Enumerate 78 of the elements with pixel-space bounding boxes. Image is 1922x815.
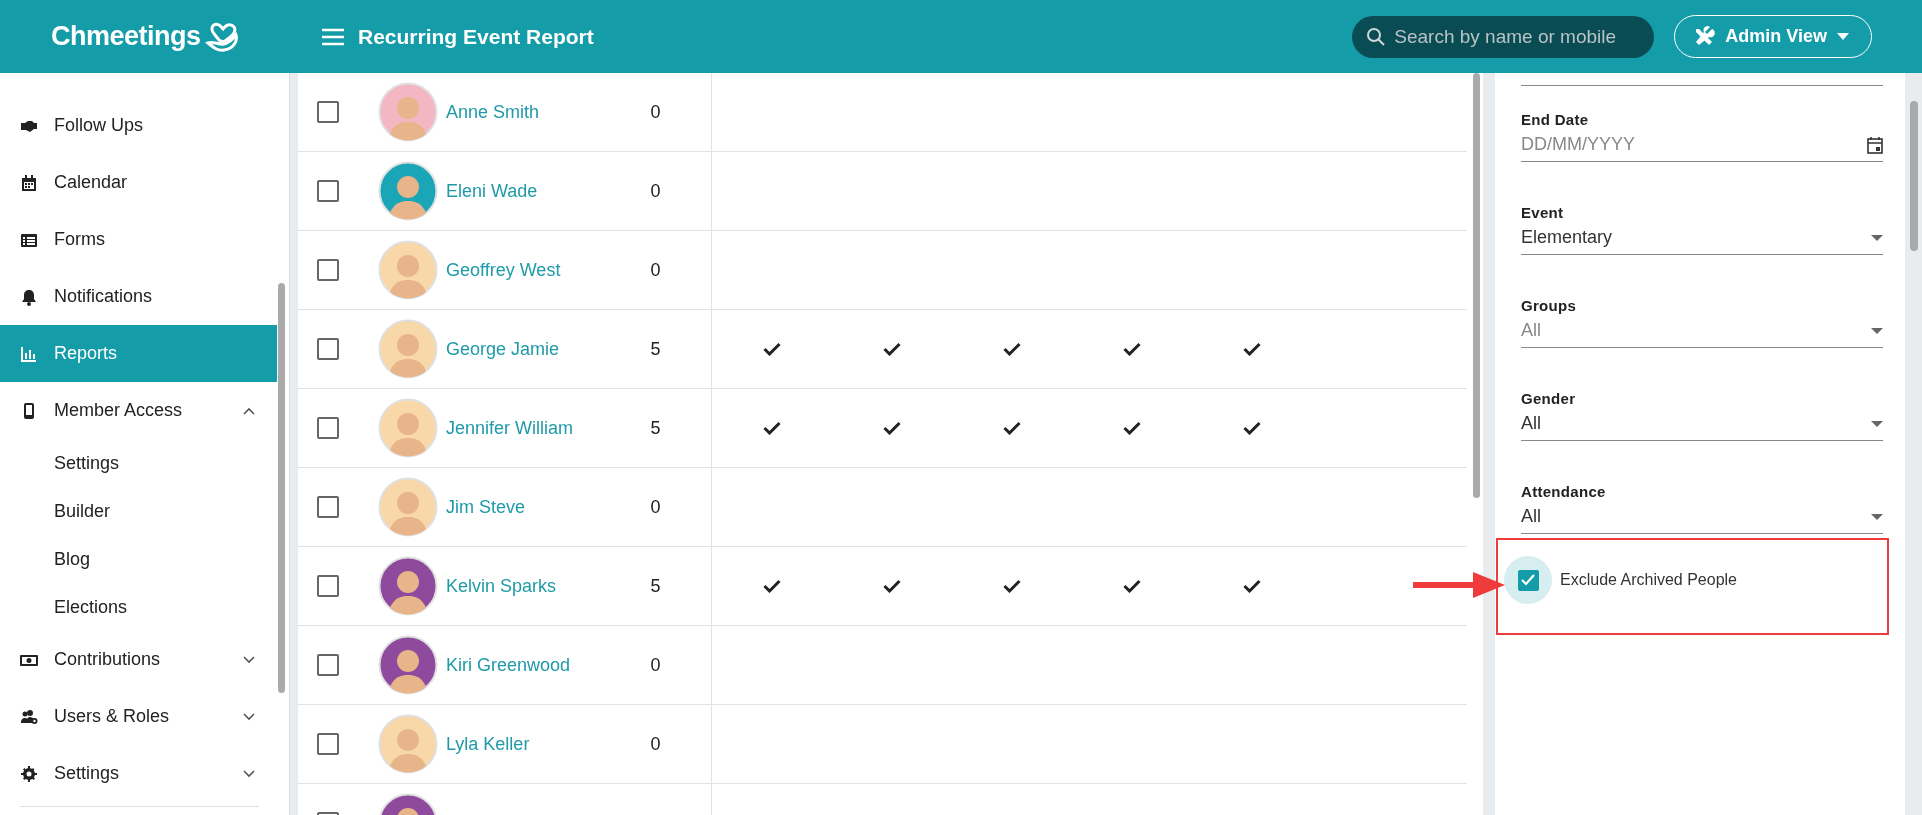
- field-label: Groups: [1521, 297, 1578, 314]
- nav-item[interactable]: Member Access: [0, 382, 277, 439]
- attendance-count: 0: [650, 733, 661, 755]
- attendance-count: 0: [650, 101, 661, 123]
- menu-icon[interactable]: [322, 27, 344, 46]
- nav-item[interactable]: Settings: [0, 745, 277, 802]
- nav-subitem[interactable]: Elections: [0, 583, 289, 631]
- scrollbar-thumb[interactable]: [1473, 73, 1480, 498]
- dropdown-caret-icon: [1871, 513, 1883, 520]
- filter-field[interactable]: Attendance All: [1521, 483, 1883, 534]
- scrollbar-thumb[interactable]: [278, 283, 285, 693]
- page-title: Recurring Event Report: [358, 24, 594, 49]
- attendance-count: 5: [650, 338, 661, 360]
- bar-chart-icon: [20, 344, 38, 363]
- attendance-count: 0: [650, 496, 661, 518]
- nav-subitem[interactable]: Blog: [0, 535, 289, 583]
- attendance-count: 0: [650, 180, 661, 202]
- filter-field[interactable]: Event Elementary: [1521, 204, 1883, 255]
- field-value: All: [1521, 506, 1541, 527]
- person-avatar: [378, 82, 438, 142]
- nav-item[interactable]: Forms: [0, 211, 277, 268]
- row-checkbox[interactable]: [317, 733, 339, 755]
- row-checkbox[interactable]: [317, 259, 339, 281]
- nav-item[interactable]: Notifications: [0, 268, 277, 325]
- exclude-archived-checkbox[interactable]: [1517, 569, 1539, 591]
- nav-item[interactable]: Calendar: [0, 154, 277, 211]
- calendar-icon: [20, 173, 38, 192]
- tools-icon: [1693, 25, 1716, 48]
- dropdown-caret-icon: [1871, 327, 1883, 334]
- field-placeholder: All: [1521, 320, 1541, 341]
- dropdown-caret-icon: [1871, 234, 1883, 241]
- settings-icon: [20, 764, 38, 783]
- logo-text: Chmeetings: [51, 21, 201, 52]
- calendar-icon[interactable]: [1867, 135, 1883, 154]
- filter-field[interactable]: Groups All: [1521, 297, 1883, 348]
- field-label: End Date: [1521, 111, 1590, 128]
- caret-icon: [1837, 33, 1849, 40]
- nav-subitem[interactable]: Builder: [0, 487, 289, 535]
- filter-field[interactable]: End Date DD/MM/YYYY: [1521, 111, 1883, 162]
- row-checkbox[interactable]: [317, 180, 339, 202]
- field-value: Elementary: [1521, 227, 1613, 248]
- checkbox-label: Exclude Archived People: [1560, 571, 1737, 589]
- dropdown-caret-icon: [1871, 420, 1883, 427]
- field-placeholder: DD/MM/YYYY: [1521, 134, 1635, 155]
- attendance-count: 0: [650, 259, 661, 281]
- scrollbar-thumb[interactable]: [1910, 101, 1918, 251]
- nav-item[interactable]: Users & Roles: [0, 688, 277, 745]
- nav-item[interactable]: Contributions: [0, 631, 277, 688]
- person-avatar: [378, 477, 438, 537]
- attendance-count: 5: [650, 417, 661, 439]
- search-icon: [1366, 26, 1387, 47]
- nav-item[interactable]: Follow Ups: [0, 97, 277, 154]
- person-avatar: [378, 240, 438, 300]
- field-value: All: [1521, 413, 1541, 434]
- person-avatar: [378, 635, 438, 695]
- row-checkbox[interactable]: [317, 417, 339, 439]
- heart-hand-logo-icon: [204, 20, 241, 53]
- attendance-count: 5: [650, 575, 661, 597]
- row-checkbox[interactable]: [317, 101, 339, 123]
- person-avatar: [378, 556, 438, 616]
- field-label: Event: [1521, 204, 1565, 221]
- nav-subitem[interactable]: Settings: [0, 439, 289, 487]
- person-avatar: [378, 398, 438, 458]
- person-name-link[interactable]: Anne Smith: [446, 101, 540, 123]
- field-label: Attendance: [1521, 483, 1607, 500]
- row-checkbox[interactable]: [317, 338, 339, 360]
- users-icon: [20, 707, 38, 726]
- row-checkbox[interactable]: [317, 575, 339, 597]
- attendance-count: 0: [650, 654, 661, 676]
- row-checkbox[interactable]: [317, 654, 339, 676]
- person-avatar: [378, 161, 438, 221]
- row-checkbox[interactable]: [317, 496, 339, 518]
- person-avatar: [378, 714, 438, 774]
- search-field[interactable]: Search by name or mobile: [1352, 15, 1655, 58]
- bell-icon: [20, 287, 38, 306]
- filter-field[interactable]: Gender All: [1521, 390, 1883, 441]
- field-label: Gender: [1521, 390, 1577, 407]
- person-avatar: [378, 319, 438, 379]
